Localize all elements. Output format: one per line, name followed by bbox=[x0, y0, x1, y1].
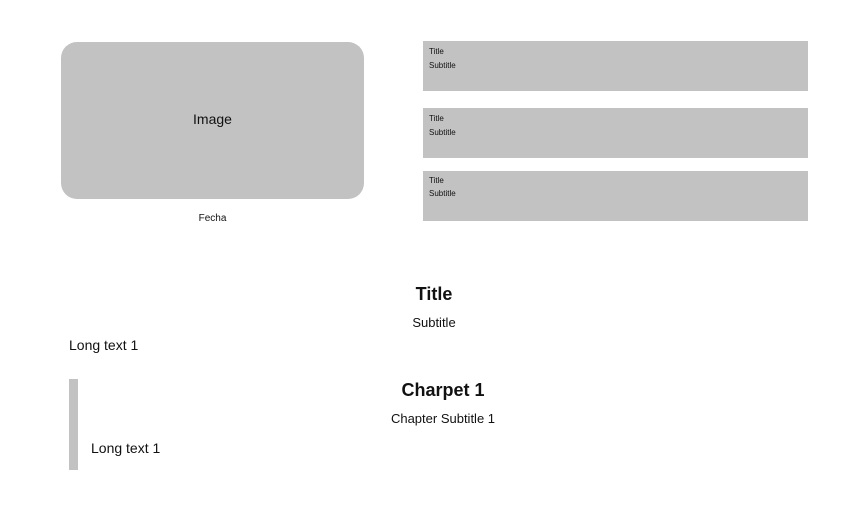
image-placeholder: Image bbox=[61, 42, 364, 199]
list-card-subtitle: Subtitle bbox=[429, 61, 456, 70]
list-card-subtitle: Subtitle bbox=[429, 189, 456, 198]
page-title: Title bbox=[415, 284, 453, 304]
section-body-text: Long text 1 bbox=[69, 337, 139, 353]
list-card-title: Title bbox=[429, 47, 444, 56]
page-subtitle: Subtitle bbox=[412, 315, 456, 330]
chapter-accent-bar bbox=[69, 379, 78, 470]
chapter-subtitle: Chapter Subtitle 1 bbox=[390, 411, 496, 426]
list-card-subtitle: Subtitle bbox=[429, 128, 456, 137]
list-card[interactable]: Title Subtitle bbox=[423, 171, 808, 221]
list-card[interactable]: Title Subtitle bbox=[423, 41, 808, 91]
list-card-title: Title bbox=[429, 114, 444, 123]
image-caption-date: Fecha bbox=[198, 213, 227, 224]
chapter-body-text: Long text 1 bbox=[91, 440, 161, 456]
list-card[interactable]: Title Subtitle bbox=[423, 108, 808, 158]
chapter-title: Charpet 1 bbox=[401, 380, 485, 400]
image-placeholder-label: Image bbox=[193, 111, 232, 127]
list-card-title: Title bbox=[429, 176, 444, 185]
